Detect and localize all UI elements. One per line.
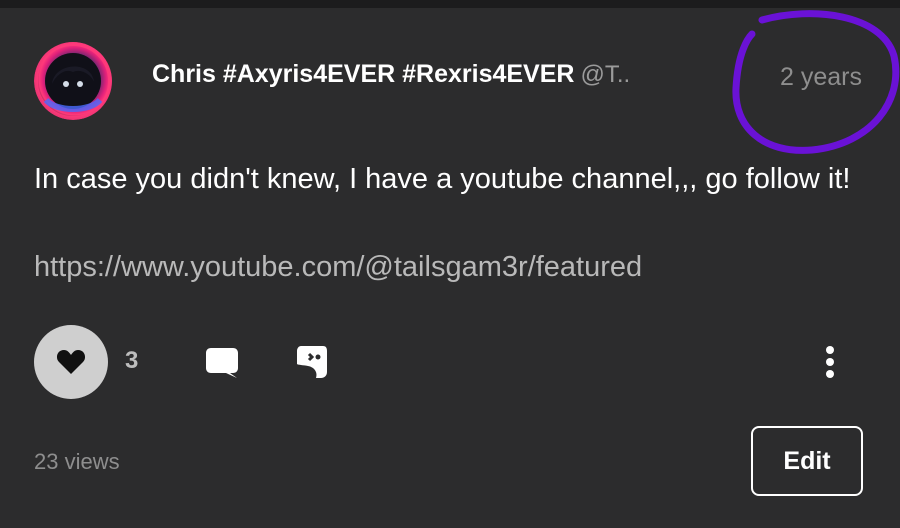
share-icon <box>297 346 327 378</box>
edit-button[interactable]: Edit <box>751 426 863 496</box>
user-avatar-image <box>34 42 112 120</box>
author-name[interactable]: Chris #Axyris4EVER #Rexris4EVER <box>152 60 574 89</box>
comment-button[interactable] <box>204 344 240 380</box>
avatar[interactable] <box>34 42 112 120</box>
post-body: In case you didn't knew, I have a youtub… <box>34 163 851 195</box>
heart-icon <box>56 350 86 374</box>
post-link[interactable]: https://www.youtube.com/@tailsgam3r/feat… <box>34 251 642 284</box>
post-timestamp: 2 years <box>780 63 862 91</box>
author-handle[interactable]: @T.. <box>580 61 630 89</box>
more-vertical-icon <box>826 346 834 378</box>
post-card: Chris #Axyris4EVER #Rexris4EVER @T.. 2 y… <box>0 8 900 528</box>
views-count: 23 views <box>34 449 120 474</box>
more-options-button[interactable] <box>818 345 842 381</box>
like-button[interactable] <box>34 325 108 399</box>
like-count: 3 <box>125 347 139 374</box>
top-bar <box>0 0 900 8</box>
post-author[interactable]: Chris #Axyris4EVER #Rexris4EVER @T.. <box>152 60 630 100</box>
share-button[interactable] <box>296 345 328 379</box>
comment-bubble-icon <box>206 348 238 378</box>
